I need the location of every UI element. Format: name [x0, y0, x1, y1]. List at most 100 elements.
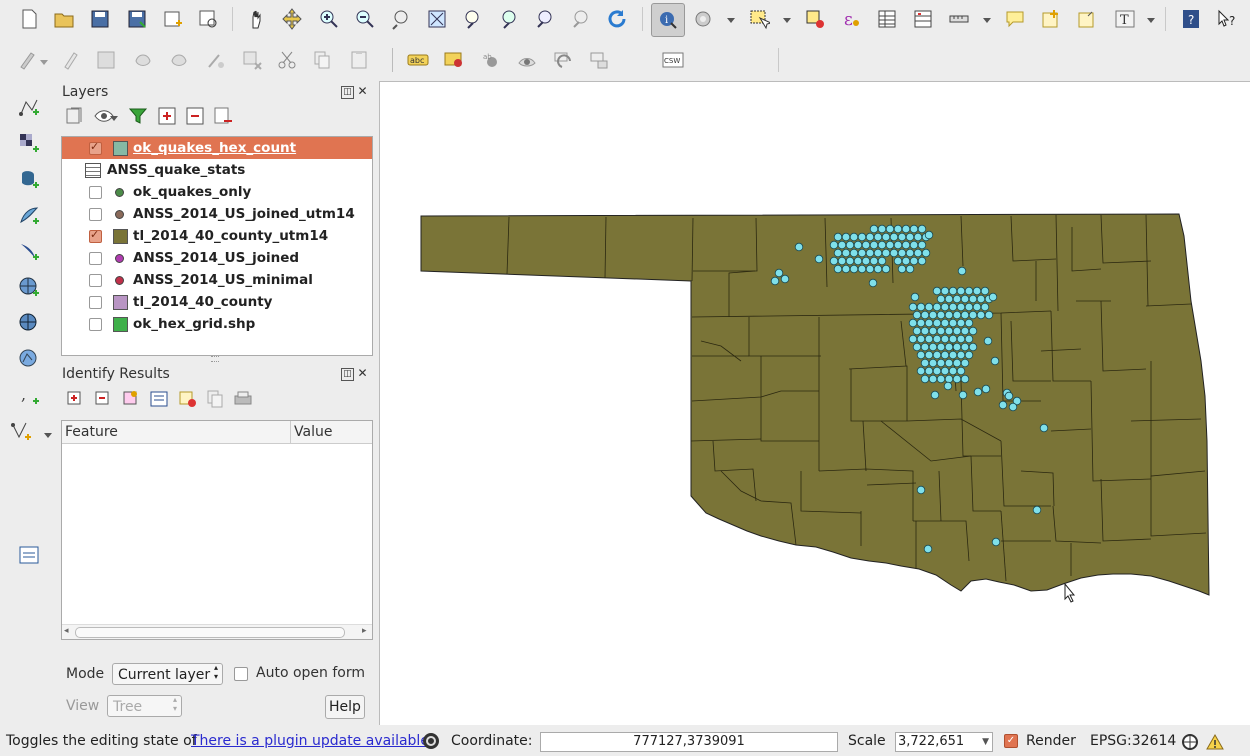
projection-icon[interactable] — [1181, 733, 1199, 751]
deselect-all-icon[interactable] — [801, 5, 829, 33]
add-wms-layer-icon[interactable] — [15, 273, 43, 301]
layers-tree[interactable]: ok_quakes_hex_count ANSS_quake_stats ok_qu… — [61, 136, 373, 356]
crs-label[interactable]: EPSG:32614 — [1090, 733, 1176, 749]
layer-visibility-checkbox[interactable] — [89, 185, 102, 199]
chevron-down-icon[interactable] — [983, 18, 991, 23]
layer-labeling-icon[interactable]: abc — [404, 46, 432, 74]
cut-features-icon[interactable] — [273, 46, 301, 74]
identify-features-icon[interactable]: i — [651, 3, 685, 37]
chevron-down-icon[interactable] — [110, 116, 118, 121]
add-delimited-text-icon[interactable]: , — [15, 381, 43, 409]
warning-icon[interactable] — [1206, 733, 1224, 751]
add-raster-layer-icon[interactable] — [15, 129, 43, 157]
new-bookmark-icon[interactable] — [1037, 5, 1065, 33]
layer-visibility-checkbox[interactable] — [89, 228, 102, 243]
field-calculator-icon[interactable]: ε — [837, 5, 865, 33]
show-hide-labels-icon[interactable]: ab — [477, 46, 505, 74]
coordinate-field[interactable]: 777127,3739091 — [540, 732, 838, 752]
toggle-editing-icon[interactable] — [57, 46, 85, 74]
zoom-out-icon[interactable] — [351, 5, 379, 33]
select-features-icon[interactable] — [745, 5, 773, 33]
layer-visibility-checkbox[interactable] — [89, 207, 102, 221]
column-header-feature[interactable]: Feature — [62, 421, 291, 444]
layer-item[interactable]: ANSS_quake_stats — [62, 159, 372, 181]
add-group-icon[interactable] — [62, 104, 86, 128]
layer-item[interactable]: ANSS_2014_US_joined — [62, 247, 372, 269]
render-checkbox[interactable]: ✓ — [1004, 734, 1018, 748]
layer-visibility-checkbox[interactable] — [89, 140, 102, 155]
pan-hand-icon[interactable] — [243, 5, 271, 33]
run-action-icon[interactable] — [689, 5, 717, 33]
close-panel-icon[interactable]: ✕ — [357, 367, 368, 379]
map-render[interactable] — [380, 82, 1250, 725]
collapse-all-icon[interactable] — [183, 104, 207, 128]
delete-selected-icon[interactable] — [238, 46, 266, 74]
print-results-icon[interactable] — [231, 387, 255, 411]
mode-select[interactable]: Current layer ▴ ▾ — [112, 663, 223, 685]
layer-item[interactable]: ok_hex_grid.shp — [62, 313, 372, 335]
add-postgis-layer-icon[interactable] — [15, 165, 43, 193]
layer-item[interactable]: ANSS_2014_US_minimal — [62, 269, 372, 291]
collapse-tree-icon[interactable] — [91, 387, 115, 411]
auto-open-checkbox[interactable] — [234, 667, 248, 681]
expand-all-icon[interactable] — [155, 104, 179, 128]
map-tips-icon[interactable] — [1001, 5, 1029, 33]
layer-item[interactable]: ok_quakes_hex_count — [62, 137, 372, 159]
new-print-composer-icon[interactable] — [158, 5, 186, 33]
copy-features-icon[interactable] — [308, 46, 336, 74]
expand-tree-icon[interactable] — [63, 387, 87, 411]
chevron-down-icon[interactable] — [727, 18, 735, 23]
add-spatialite-layer-icon[interactable] — [15, 201, 43, 229]
panel-splitter[interactable] — [211, 356, 219, 362]
layer-item[interactable]: ANSS_2014_US_joined_utm14 — [62, 203, 372, 225]
chevron-down-icon[interactable] — [40, 60, 48, 65]
layer-visibility-checkbox[interactable] — [89, 251, 102, 265]
layer-item[interactable]: ok_quakes_only — [62, 181, 372, 203]
save-edits-icon[interactable] — [92, 46, 120, 74]
add-wcs-layer-icon[interactable] — [15, 309, 43, 337]
node-tool-icon[interactable] — [202, 46, 230, 74]
rotate-label-icon[interactable] — [549, 46, 577, 74]
move-feature-icon[interactable] — [166, 46, 194, 74]
copy-results-icon[interactable] — [203, 387, 227, 411]
view-select[interactable]: Tree ▴ ▾ — [107, 695, 182, 717]
zoom-in-icon[interactable] — [315, 5, 343, 33]
change-label-icon[interactable] — [585, 46, 613, 74]
text-annotation-icon[interactable]: T — [1111, 5, 1139, 33]
map-canvas[interactable] — [379, 81, 1250, 725]
chevron-down-icon[interactable]: ▼ — [982, 733, 989, 751]
plugin-update-link[interactable]: There is a plugin update available — [191, 733, 429, 749]
open-project-icon[interactable] — [50, 5, 78, 33]
python-console-icon[interactable] — [15, 541, 43, 569]
pan-to-selection-icon[interactable] — [278, 5, 306, 33]
save-project-icon[interactable] — [86, 5, 114, 33]
show-bookmarks-icon[interactable] — [1073, 5, 1101, 33]
chevron-down-icon[interactable] — [1147, 18, 1155, 23]
add-vector-layer-icon[interactable] — [15, 93, 43, 121]
scroll-left-arrow[interactable]: ◂ — [64, 626, 69, 636]
layer-item[interactable]: tl_2014_40_county_utm14 — [62, 225, 372, 247]
new-shapefile-icon[interactable] — [7, 417, 35, 445]
identify-results-tree[interactable]: Feature Value ◂ ▸ — [61, 420, 373, 640]
add-feature-icon[interactable] — [130, 46, 158, 74]
new-project-icon[interactable] — [15, 5, 43, 33]
add-wfs-layer-icon[interactable] — [15, 345, 43, 373]
statistics-icon[interactable] — [909, 5, 937, 33]
column-header-value[interactable]: Value — [291, 421, 372, 444]
zoom-to-layer-icon[interactable] — [495, 5, 523, 33]
layer-visibility-checkbox[interactable] — [89, 317, 102, 331]
composer-manager-icon[interactable] — [194, 5, 222, 33]
save-as-icon[interactable] — [123, 5, 151, 33]
clear-results-icon[interactable] — [176, 387, 200, 411]
chevron-down-icon[interactable] — [44, 433, 52, 438]
whats-this-icon[interactable]: ? — [1213, 5, 1241, 33]
layer-item[interactable]: tl_2014_40_county — [62, 291, 372, 313]
paste-features-icon[interactable] — [345, 46, 373, 74]
zoom-next-icon[interactable] — [567, 5, 595, 33]
horizontal-scrollbar[interactable]: ◂ ▸ — [62, 624, 372, 639]
filter-legend-icon[interactable] — [126, 104, 150, 128]
float-panel-icon[interactable]: ◫ — [341, 86, 354, 99]
zoom-native-icon[interactable] — [387, 5, 415, 33]
attribute-table-icon[interactable] — [873, 5, 901, 33]
move-label-icon[interactable] — [513, 46, 541, 74]
